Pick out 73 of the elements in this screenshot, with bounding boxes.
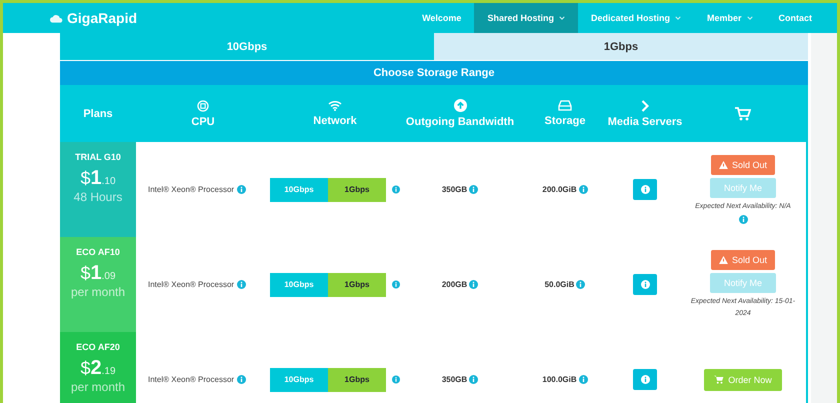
cpu-label: Intel® Xeon® Processor <box>148 185 234 194</box>
column-header: Outgoing Bandwidth <box>406 116 514 128</box>
drive-icon <box>558 100 572 111</box>
network-option[interactable]: 10Gbps <box>270 178 328 202</box>
info-icon[interactable] <box>237 185 246 194</box>
network-option[interactable]: 1Gbps <box>328 368 386 392</box>
cart-icon <box>735 106 751 120</box>
caret-icon <box>746 16 752 20</box>
plan-price: $1.09 <box>80 262 116 285</box>
info-icon[interactable] <box>469 375 478 384</box>
storage-value: 100.0GiB <box>542 375 577 384</box>
network-option[interactable]: 10Gbps <box>270 272 328 296</box>
bandwidth-value: 350GB <box>442 185 468 194</box>
column-header: CPU <box>191 116 215 128</box>
plan-name: ECO AF20 <box>76 342 120 352</box>
cart-icon <box>714 375 724 384</box>
plan-price: $1.10 <box>80 167 116 190</box>
info-icon[interactable] <box>237 375 246 384</box>
info-icon[interactable] <box>469 280 478 289</box>
billing-period: per month <box>70 285 126 299</box>
info-icon[interactable] <box>578 185 588 194</box>
info-icon[interactable] <box>392 280 400 289</box>
caret-icon <box>558 16 565 20</box>
column-header: Network <box>313 115 357 127</box>
column-header: Storage <box>544 115 586 127</box>
plan-price: $2.19 <box>80 357 116 380</box>
nav-item[interactable]: Shared Hosting <box>474 3 578 33</box>
info-icon <box>640 375 650 384</box>
cpu-label: Intel® Xeon® Processor <box>148 375 234 384</box>
storage-value: 50.0GiB <box>544 280 574 289</box>
cpu-label: Intel® Xeon® Processor <box>148 280 234 289</box>
nav-item[interactable]: Contact <box>766 3 825 33</box>
chip-icon <box>197 100 209 112</box>
media-info-button[interactable] <box>633 179 657 200</box>
bandwidth-value: 200GB <box>442 280 468 289</box>
network-option[interactable]: 1Gbps <box>328 272 386 296</box>
info-icon[interactable] <box>576 280 586 289</box>
nav-item[interactable]: Member <box>694 3 766 33</box>
info-icon <box>640 280 650 289</box>
billing-period: 48 Hours <box>74 190 122 204</box>
wifi-icon <box>328 100 342 111</box>
column-header: Media Servers <box>608 116 682 128</box>
media-info-button[interactable] <box>633 369 657 390</box>
billing-period: per month <box>70 380 126 394</box>
plan-name: ECO AF10 <box>76 247 120 257</box>
info-icon[interactable] <box>738 215 748 224</box>
info-icon[interactable] <box>578 375 588 384</box>
nav-item[interactable]: Dedicated Hosting <box>578 3 694 33</box>
warning-icon <box>718 256 728 264</box>
info-icon[interactable] <box>469 185 478 194</box>
info-icon[interactable] <box>392 375 400 384</box>
sold-out-button[interactable]: Sold Out <box>710 154 776 175</box>
order-button[interactable]: Order Now <box>704 368 782 390</box>
bandwidth-value: 350GB <box>442 375 468 384</box>
chevron-icon <box>641 100 649 112</box>
network-option[interactable]: 1Gbps <box>328 178 386 202</box>
nav-item[interactable]: Welcome <box>409 3 474 33</box>
storage-range-bar[interactable]: Choose Storage Range <box>60 61 808 85</box>
speed-tab[interactable]: 1Gbps <box>434 33 808 60</box>
site-logo[interactable]: GigaRapid <box>50 10 138 26</box>
upload-icon <box>454 99 466 112</box>
warning-icon <box>718 160 728 169</box>
info-icon[interactable] <box>237 280 246 289</box>
storage-value: 200.0GiB <box>542 185 577 194</box>
network-option[interactable]: 10Gbps <box>270 368 328 392</box>
info-icon <box>640 185 650 194</box>
media-info-button[interactable] <box>633 274 657 295</box>
speed-tab[interactable]: 10Gbps <box>60 33 434 60</box>
column-header: Plans <box>83 108 113 120</box>
sold-out-button[interactable]: Sold Out <box>710 250 776 270</box>
plan-name: TRIAL G10 <box>75 152 121 162</box>
info-icon[interactable] <box>392 185 400 194</box>
caret-icon <box>674 16 681 20</box>
